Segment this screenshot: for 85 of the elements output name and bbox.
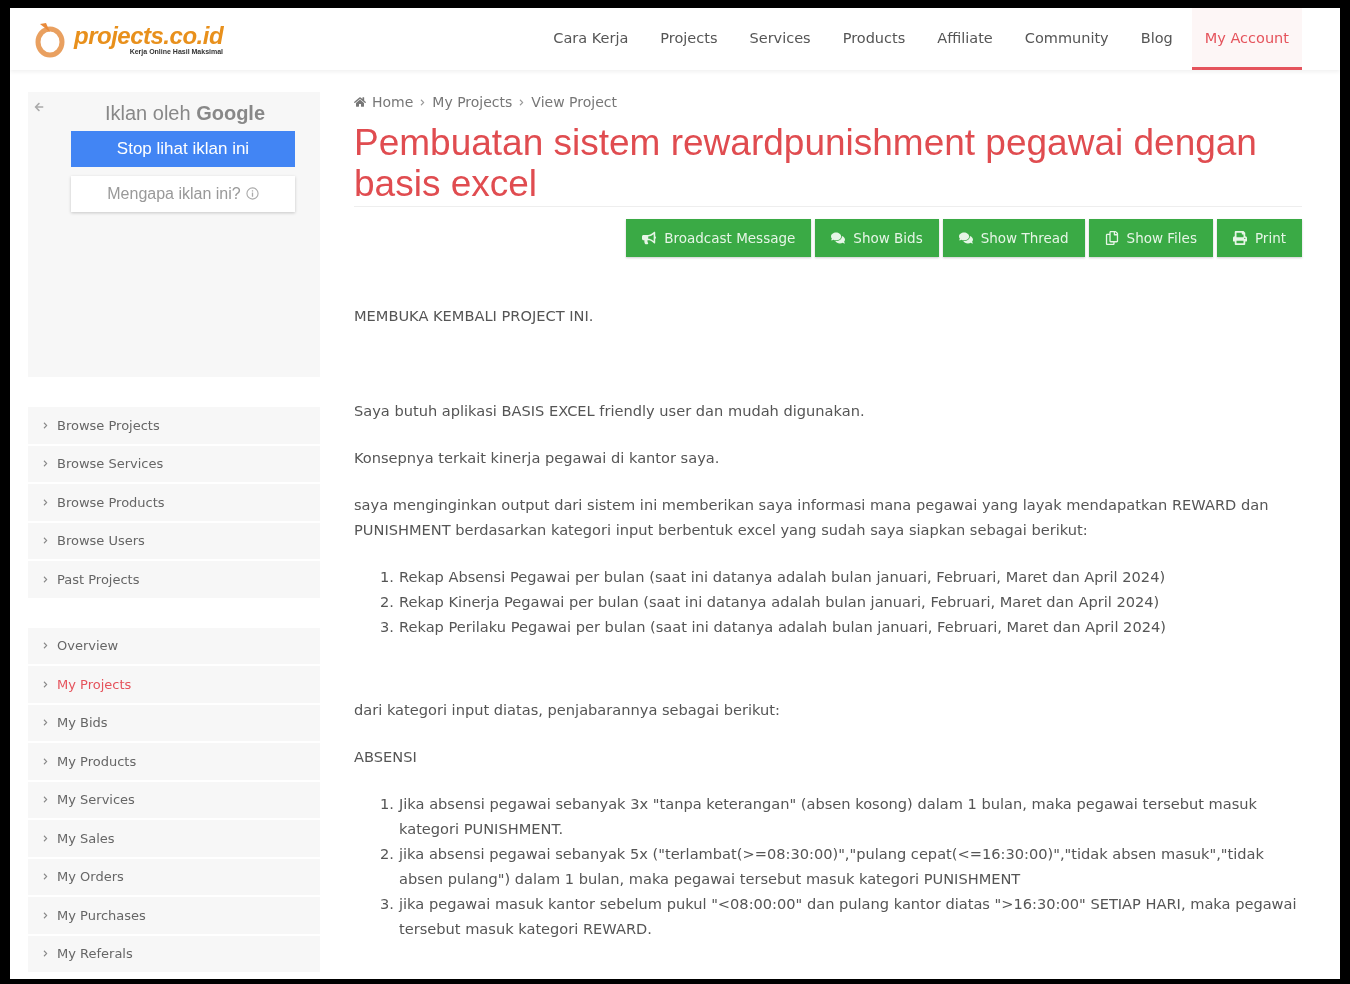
printer-icon	[1232, 231, 1247, 245]
description-paragraph: Konsepnya terkait kinerja pegawai di kantor saya.	[354, 448, 721, 468]
sidebar-label: My Projects	[57, 676, 132, 692]
chevron-icon	[42, 950, 49, 958]
nav-link[interactable]: Products	[829, 8, 919, 70]
copy-icon	[1104, 231, 1119, 245]
sidebar-label: My Purchases	[57, 907, 146, 923]
chevron-icon	[42, 498, 49, 506]
description-paragraph: Saya butuh aplikasi BASIS EXCEL friendly user dan mudah digunakan.	[354, 401, 866, 421]
sidebar-label: Browse Services	[57, 456, 164, 472]
list-item-text: Rekap Absensi Pegawai per bulan (saat ini datanya adalah bulan januari, Februari, Maret dan April 2024)	[399, 567, 1166, 587]
stop-ad-button[interactable]: Stop lihat iklan ini	[71, 131, 295, 167]
sidebar-item[interactable]: Browse Products	[28, 484, 320, 521]
nav-link[interactable]: Affiliate	[924, 8, 1006, 70]
nav-link[interactable]: My Account	[1191, 8, 1302, 70]
sidebar-label: Overview	[57, 638, 119, 654]
ad-title: Iklan oleh Google	[104, 102, 266, 125]
nav-link[interactable]: Blog	[1127, 8, 1186, 70]
sidebar-label: Browse Users	[57, 533, 145, 549]
project-title: Pembuatan sistem rewardpunishment pegawai dengan basis excel	[354, 122, 1302, 207]
description-paragraph: saya menginginkan output dari sistem ini memberikan saya informasi mana pegawai yang layak mendapatkan REWARD dan PUNISHMENT berdasarkan kategori input berbentuk excel yang sudah saya siapkan sebagai berikut:	[354, 495, 1270, 540]
sidebar-label: My Orders	[57, 869, 124, 885]
sidebar-item[interactable]: Browse Users	[28, 522, 320, 559]
nav-link[interactable]: Community	[1011, 8, 1122, 70]
chevron-icon	[42, 537, 49, 545]
chevron-icon	[42, 719, 49, 727]
back-arrow-icon[interactable]	[34, 102, 44, 112]
why-ad-button[interactable]: Mengapa iklan ini?	[71, 176, 295, 212]
chevron-icon	[42, 680, 49, 688]
sidebar-item[interactable]: My Referals	[28, 935, 320, 972]
chevron-icon	[42, 460, 49, 468]
sidebar-item[interactable]: My Projects	[28, 666, 320, 703]
list-item-text: Jika absensi pegawai sebanyak 3x "tanpa keterangan" (absen kosong) dalam 1 bulan, maka pegawai tersebut masuk kategori PUNISHMENT.	[399, 794, 1259, 839]
sidebar-label: My Bids	[57, 715, 108, 731]
sidebar-item[interactable]: Browse Services	[28, 445, 320, 482]
breadcrumb-link[interactable]: My Projects	[432, 94, 513, 110]
sidebar-item[interactable]: My Purchases	[28, 897, 320, 934]
list-item-text: Rekap Perilaku Pegawai per bulan (saat ini datanya adalah bulan januari, Februari, Maret dan April 2024)	[399, 617, 1166, 637]
list-item-text: Rekap Kinerja Pegawai per bulan (saat ini datanya adalah bulan januari, Februari, Maret dan April 2024)	[399, 592, 1160, 612]
megaphone-icon	[642, 231, 657, 245]
list-item-text: jika pegawai masuk kantor sebelum pukul "<08:00:00" dan pulang kantor diatas ">16:30:00" SETIAP HARI, maka pegawai tersebut masuk kategori REWARD.	[399, 894, 1298, 939]
list-number: 3.	[380, 894, 394, 914]
sidebar-item[interactable]: Past Projects	[28, 561, 320, 598]
chat-bubbles-icon	[958, 231, 973, 245]
chevron-icon	[42, 575, 49, 583]
chevron-icon	[42, 796, 49, 804]
sidebar-label: My Referals	[57, 946, 133, 962]
sidebar-label: Browse Projects	[57, 417, 160, 433]
sidebar-item[interactable]: Overview	[28, 627, 320, 664]
sidebar-label: My Sales	[57, 830, 115, 846]
sidebar-label: My Services	[57, 792, 135, 808]
chevron-icon	[42, 642, 49, 650]
description-paragraph: dari kategori input diatas, penjabarannya sebagai berikut:	[354, 700, 781, 720]
chat-bubbles-icon	[831, 231, 846, 245]
home-icon	[354, 96, 366, 108]
list-number: 3.	[380, 617, 394, 637]
nav-link[interactable]: Cara Kerja	[540, 8, 642, 70]
breadcrumb-link[interactable]: View Project	[531, 94, 617, 110]
chevron-icon	[42, 757, 49, 765]
sidebar-item[interactable]: My Sales	[28, 820, 320, 857]
list-number: 1.	[380, 794, 394, 814]
chevron-icon	[42, 873, 49, 881]
sidebar-item[interactable]: My Bids	[28, 704, 320, 741]
sidebar-item[interactable]: Browse Projects	[28, 407, 320, 444]
list-number: 2.	[380, 844, 394, 864]
logo-text: projects.co.id	[74, 23, 224, 48]
chevron-icon	[419, 98, 427, 106]
description-paragraph: MEMBUKA KEMBALI PROJECT INI.	[354, 306, 595, 326]
sidebar-item[interactable]: My Products	[28, 743, 320, 780]
sidebar-item[interactable]: My Services	[28, 781, 320, 818]
nav-link[interactable]: Services	[736, 8, 824, 70]
breadcrumb-link[interactable]: Home	[372, 94, 414, 110]
chevron-icon	[42, 421, 49, 429]
sidebar-label: Browse Products	[57, 494, 165, 510]
info-icon	[245, 187, 259, 200]
list-number: 2.	[380, 592, 394, 612]
chevron-icon	[518, 98, 526, 106]
sidebar-item[interactable]: My Orders	[28, 858, 320, 895]
chevron-icon	[42, 834, 49, 842]
list-number: 1.	[380, 567, 394, 587]
description-paragraph: ABSENSI	[354, 747, 418, 767]
sidebar-label: Past Projects	[57, 571, 140, 587]
nav-link[interactable]: Projects	[647, 8, 731, 70]
chevron-icon	[42, 911, 49, 919]
sidebar-label: My Products	[57, 753, 137, 769]
